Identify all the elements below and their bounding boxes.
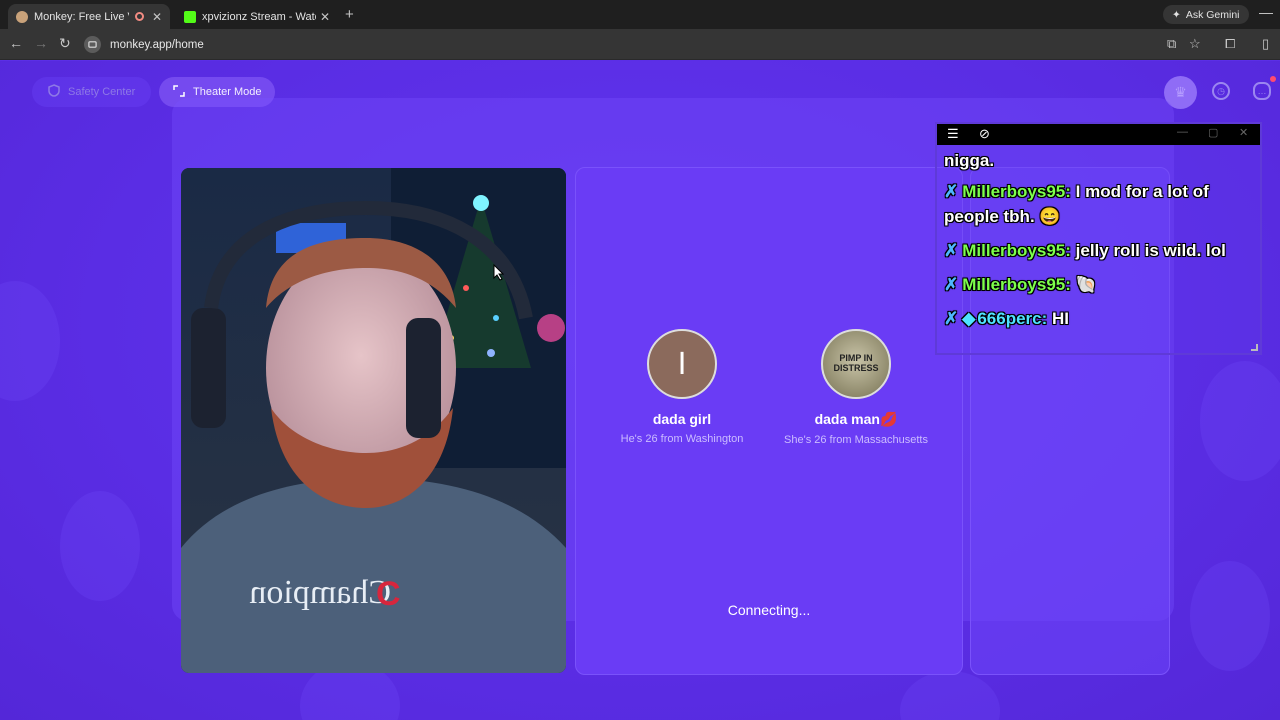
- chat-username: 666perc:: [977, 309, 1048, 328]
- chat-text: nigga.: [944, 151, 995, 170]
- background-blob: [60, 491, 140, 601]
- side-panel-icon[interactable]: ▯: [1262, 36, 1269, 52]
- reload-icon[interactable]: ↻: [59, 35, 71, 52]
- extensions-icon[interactable]: ⧠: [1225, 36, 1235, 52]
- match-card-dada-man[interactable]: PIMP IN DISTRESS dada man💋 She's 26 from…: [756, 329, 956, 446]
- chat-message: nigga.: [944, 148, 1259, 173]
- block-icon[interactable]: ⊘: [979, 126, 990, 142]
- chat-bubble-icon[interactable]: …: [1253, 82, 1271, 100]
- chat-messages: nigga. ✗ Millerboys95: I mod for a lot of…: [944, 148, 1259, 340]
- overlay-maximize-icon[interactable]: ▢: [1208, 126, 1218, 139]
- match-name: dada girl: [652, 411, 712, 427]
- notification-dot: [1270, 76, 1276, 82]
- match-info: He's 26 from Washington: [620, 433, 744, 445]
- safety-center-label: Safety Center: [68, 86, 136, 98]
- background-blob: [0, 281, 60, 401]
- chat-username: Millerboys95:: [962, 182, 1071, 201]
- shield-icon: [48, 84, 60, 100]
- back-icon[interactable]: ←: [9, 35, 23, 51]
- background-blob: [900, 671, 1000, 720]
- moderator-sword-icon: ✗: [944, 309, 959, 328]
- kick-favicon-icon: [184, 10, 196, 23]
- site-info-icon[interactable]: [84, 36, 101, 53]
- chat-text: HI: [1052, 309, 1069, 328]
- browser-toolbar: ← → ↻ monkey.app/home ⧉ ☆ ⧠ ▯: [0, 29, 1280, 60]
- avatar: I: [647, 329, 717, 399]
- theater-mode-label: Theater Mode: [193, 86, 262, 98]
- resize-handle[interactable]: [1251, 344, 1258, 351]
- tab-title: Monkey: Free Live Video Ch: [34, 10, 129, 23]
- close-tab-icon[interactable]: ✕: [152, 10, 162, 24]
- ask-gemini-label: Ask Gemini: [1185, 8, 1240, 21]
- close-tab-icon[interactable]: ✕: [320, 10, 330, 24]
- chat-message: ✗ Millerboys95: jelly roll is wild. lol: [944, 238, 1259, 263]
- new-tab-button[interactable]: +: [345, 6, 354, 23]
- tab-xpvizionz[interactable]: xpvizionz Stream - Watch Live ✕: [176, 4, 338, 29]
- browser-tab-strip: Monkey: Free Live Video Ch ✕ xpvizionz S…: [0, 0, 1280, 29]
- svg-text:C: C: [376, 575, 401, 613]
- expand-icon: [173, 84, 185, 100]
- chat-emote: 🐚: [1075, 275, 1097, 294]
- gemini-icon: ✦: [1172, 8, 1181, 21]
- match-name: dada man💋: [814, 411, 898, 427]
- avatar: PIMP IN DISTRESS: [821, 329, 891, 399]
- moderator-sword-icon: ✗: [944, 241, 959, 260]
- menu-icon[interactable]: ☰: [947, 126, 959, 142]
- chat-username: Millerboys95:: [962, 275, 1071, 294]
- svg-text:Champion: Champion: [249, 574, 391, 611]
- chat-message: ✗ Millerboys95: I mod for a lot of people…: [944, 179, 1259, 229]
- install-app-icon[interactable]: ⧉: [1167, 36, 1176, 52]
- avatar-sign-text: PIMP IN DISTRESS: [833, 353, 879, 373]
- forward-icon[interactable]: →: [34, 35, 48, 51]
- mouse-cursor-icon: [493, 264, 505, 281]
- background-blob: [1190, 561, 1270, 671]
- self-video-feed: Champion C: [181, 168, 566, 673]
- chat-message: ✗ ◆ 666perc: HI: [944, 306, 1259, 331]
- address-bar[interactable]: monkey.app/home: [84, 33, 1154, 56]
- webcam-image: Champion C: [181, 168, 566, 673]
- subscriber-cube-icon: ◆: [962, 309, 976, 328]
- minimize-window-button[interactable]: —: [1259, 4, 1273, 20]
- match-card-dada-girl[interactable]: I dada girl He's 26 from Washington: [582, 329, 782, 445]
- moderator-sword-icon: ✗: [944, 182, 959, 201]
- bookmark-star-icon[interactable]: ☆: [1189, 36, 1201, 52]
- overlay-minimize-icon[interactable]: —: [1177, 126, 1188, 138]
- monkey-favicon-icon: [16, 10, 28, 23]
- recording-icon: [135, 12, 144, 21]
- match-info: She's 26 from Massachusetts: [784, 434, 928, 446]
- ask-gemini-button[interactable]: ✦ Ask Gemini: [1163, 5, 1249, 24]
- avatar-initial: I: [677, 346, 687, 382]
- chat-overlay-window: ☰ ⊘ — ▢ ✕ nigga. ✗ Millerboys95: I mod fo…: [935, 122, 1262, 355]
- connecting-status: Connecting...: [727, 602, 811, 618]
- tab-monkey[interactable]: Monkey: Free Live Video Ch ✕: [8, 4, 170, 29]
- safety-center-button[interactable]: Safety Center: [32, 77, 152, 107]
- chat-message: ✗ Millerboys95: 🐚: [944, 272, 1259, 297]
- chat-overlay-titlebar: ☰ ⊘ — ▢ ✕: [937, 124, 1260, 145]
- background-blob: [1200, 361, 1280, 481]
- chat-text: jelly roll is wild. lol: [1075, 241, 1226, 260]
- moderator-sword-icon: ✗: [944, 275, 959, 294]
- tab-title: xpvizionz Stream - Watch Live: [202, 10, 316, 23]
- chat-username: Millerboys95:: [962, 241, 1071, 260]
- history-clock-icon[interactable]: ◷: [1212, 82, 1230, 100]
- url-text: monkey.app/home: [110, 38, 204, 51]
- overlay-close-icon[interactable]: ✕: [1239, 126, 1248, 139]
